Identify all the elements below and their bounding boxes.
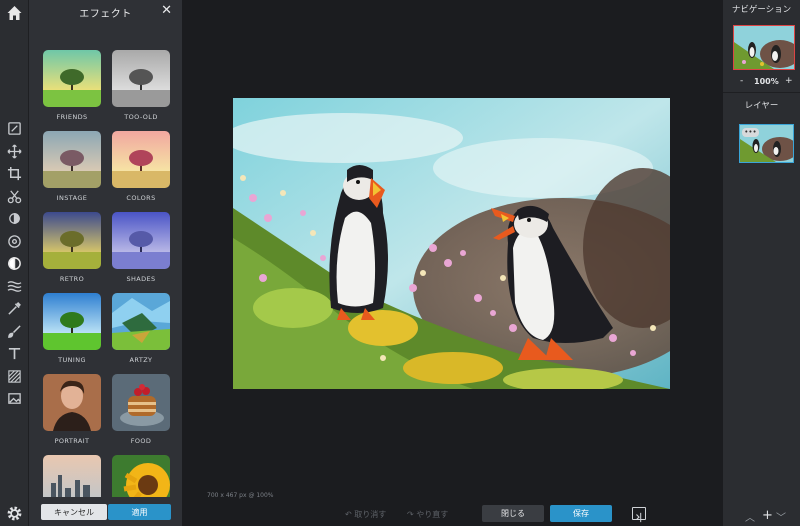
undo-button[interactable]: ↶ 取り消す bbox=[345, 509, 386, 520]
effects-panel: エフェクト ✕ FRIENDS TOO-OLD INSTAGE COLORS R… bbox=[29, 0, 182, 526]
zoom-level: 100% bbox=[754, 77, 779, 86]
layers-title: レイヤー bbox=[744, 101, 779, 111]
zoom-out-button[interactable]: - bbox=[740, 76, 743, 86]
effect-instage[interactable]: INSTAGE bbox=[43, 131, 101, 202]
effect-thumbnail bbox=[112, 131, 170, 188]
cancel-button[interactable]: キャンセル bbox=[41, 504, 107, 520]
effect-retro[interactable]: RETRO bbox=[43, 212, 101, 283]
pattern-icon[interactable] bbox=[4, 366, 25, 386]
canvas-size-info: 700 x 467 px @ 100% bbox=[207, 492, 274, 499]
canvas-image[interactable] bbox=[233, 98, 670, 389]
effect-label: PORTRAIT bbox=[54, 437, 90, 445]
effect-label: COLORS bbox=[126, 194, 156, 202]
adjust-icon[interactable] bbox=[4, 208, 25, 228]
draw-icon[interactable] bbox=[4, 298, 25, 318]
move-icon[interactable] bbox=[4, 141, 25, 161]
redo-button[interactable]: ↷ やり直す bbox=[407, 509, 448, 520]
navigation-title: ナビゲーション bbox=[731, 5, 792, 15]
effect-thumbnail bbox=[112, 50, 170, 107]
bottom-bar: ↶ 取り消す ↷ やり直す 閉じる 保存 bbox=[182, 502, 723, 526]
effect-food[interactable]: FOOD bbox=[112, 374, 170, 445]
effect-too-old[interactable]: TOO-OLD bbox=[112, 50, 170, 121]
save-button[interactable]: 保存 bbox=[550, 505, 612, 522]
effects-grid: FRIENDS TOO-OLD INSTAGE COLORS RETRO SHA… bbox=[29, 45, 182, 497]
effect-label: FRIENDS bbox=[56, 113, 88, 121]
effect-thumbnail bbox=[43, 50, 101, 107]
effect-thumbnail bbox=[43, 131, 101, 188]
effect-thumbnail bbox=[112, 293, 170, 350]
effect-shades[interactable]: SHADES bbox=[112, 212, 170, 283]
layer-options-button[interactable]: ••• bbox=[742, 128, 759, 137]
image-edit-icon[interactable] bbox=[4, 118, 25, 138]
effect-label: FOOD bbox=[130, 437, 152, 445]
image-icon[interactable] bbox=[4, 388, 25, 408]
effect-colors[interactable]: COLORS bbox=[112, 131, 170, 202]
effect-thumbnail bbox=[112, 212, 170, 269]
right-panel: ナビゲーション - 100% + レイヤー ••• ︿ + ﹀ bbox=[723, 0, 800, 526]
close-icon[interactable]: ✕ bbox=[161, 4, 172, 18]
effect-label: SHADES bbox=[126, 275, 156, 283]
effects-header: エフェクト ✕ bbox=[29, 0, 182, 24]
gear-icon[interactable] bbox=[6, 505, 23, 522]
effect-label: RETRO bbox=[59, 275, 85, 283]
effect-portrait[interactable]: PORTRAIT bbox=[43, 374, 101, 445]
effect-artzy[interactable]: ARTZY bbox=[112, 293, 170, 364]
effect-tuning[interactable]: TUNING bbox=[43, 293, 101, 364]
cut-icon[interactable] bbox=[4, 186, 25, 206]
add-layer-button[interactable]: + bbox=[762, 508, 773, 523]
app-window: エフェクト ✕ FRIENDS TOO-OLD INSTAGE COLORS R… bbox=[0, 0, 800, 526]
navigation-thumbnail[interactable] bbox=[733, 25, 795, 70]
toggle-panel-icon[interactable] bbox=[632, 507, 646, 523]
effect-sunflower[interactable] bbox=[112, 455, 170, 497]
zoom-control: - 100% + bbox=[723, 76, 800, 90]
left-toolbar bbox=[0, 0, 29, 526]
effect-label: TUNING bbox=[58, 356, 86, 364]
effect-label: ARTZY bbox=[129, 356, 153, 364]
close-button[interactable]: 閉じる bbox=[482, 505, 544, 522]
effect-thumbnail bbox=[43, 293, 101, 350]
effect-thumbnail bbox=[112, 455, 170, 497]
effect-thumbnail bbox=[112, 374, 170, 431]
chevron-up-icon[interactable]: ︿ bbox=[745, 509, 755, 524]
liquify-icon[interactable] bbox=[4, 276, 25, 296]
effect-label: INSTAGE bbox=[56, 194, 88, 202]
apply-button[interactable]: 適用 bbox=[108, 504, 171, 520]
zoom-in-button[interactable]: + bbox=[785, 76, 793, 86]
effect-city[interactable] bbox=[43, 455, 101, 497]
effect-thumbnail bbox=[43, 455, 101, 497]
effect-friends[interactable]: FRIENDS bbox=[43, 50, 101, 121]
text-icon[interactable] bbox=[4, 343, 25, 363]
effects-title: エフェクト bbox=[79, 9, 132, 20]
effect-thumbnail bbox=[43, 212, 101, 269]
effect-thumbnail bbox=[43, 374, 101, 431]
divider bbox=[723, 92, 800, 93]
chevron-down-icon[interactable]: ﹀ bbox=[776, 509, 786, 524]
layer-actions: ︿ + ﹀ bbox=[723, 508, 800, 525]
effect-icon[interactable] bbox=[4, 253, 25, 273]
brush-icon[interactable] bbox=[4, 321, 25, 341]
filter-icon[interactable] bbox=[4, 231, 25, 251]
effect-label: TOO-OLD bbox=[124, 113, 158, 121]
home-icon[interactable] bbox=[6, 5, 23, 21]
crop-icon[interactable] bbox=[4, 163, 25, 183]
effects-footer: キャンセル 適用 bbox=[29, 497, 182, 526]
canvas-workspace: 700 x 467 px @ 100% ↶ 取り消す ↷ やり直す 閉じる 保存 bbox=[182, 0, 723, 526]
